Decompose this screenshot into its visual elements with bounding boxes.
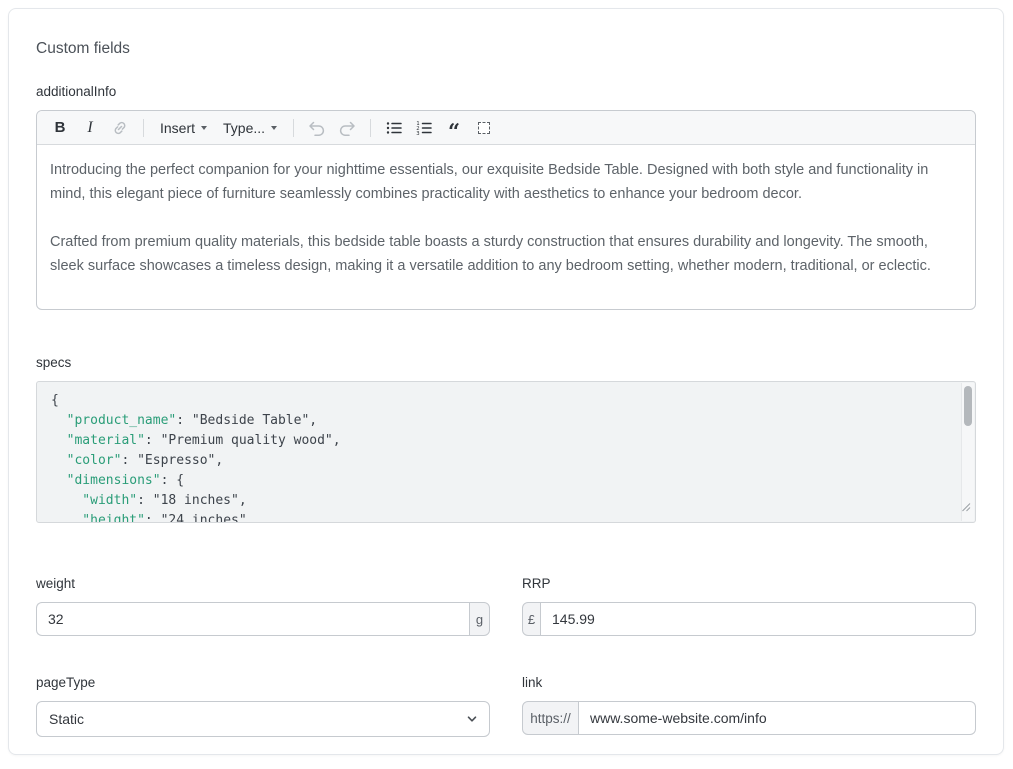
weight-label: weight (36, 575, 490, 592)
svg-text:3: 3 (416, 131, 419, 137)
italic-button[interactable]: I (76, 115, 104, 141)
chevron-down-icon (271, 126, 277, 130)
code-line: "product_name": "Bedside Table", (51, 411, 949, 431)
scrollbar-track[interactable] (961, 383, 974, 521)
additional-info-label: additionalInfo (36, 83, 976, 100)
protocol-addon: https:// (522, 701, 579, 735)
bold-button[interactable]: B (46, 115, 74, 141)
numbered-list-icon[interactable]: 1 2 3 (410, 115, 438, 141)
dashed-box-icon[interactable] (470, 115, 498, 141)
type-dropdown[interactable]: Type... (215, 115, 285, 141)
rrp-input[interactable] (541, 602, 976, 636)
link-field-group: link https:// (522, 674, 976, 737)
code-line: "dimensions": { (51, 471, 949, 491)
scrollbar-thumb[interactable] (964, 386, 972, 426)
specs-label: specs (36, 354, 976, 371)
insert-dropdown-label: Insert (160, 120, 195, 136)
rrp-label: RRP (522, 575, 976, 592)
code-line: { (51, 391, 949, 411)
link-icon[interactable] (106, 115, 134, 141)
editor-paragraph: Crafted from premium quality materials, … (50, 230, 962, 278)
chevron-down-icon (201, 126, 207, 130)
custom-fields-panel: Custom fields additionalInfo B I Insert … (8, 8, 1004, 755)
page-type-field-group: pageType Static (36, 674, 490, 737)
code-line: "material": "Premium quality wood", (51, 431, 949, 451)
field-row: pageType Static link https:// (36, 674, 976, 737)
redo-icon[interactable] (333, 115, 361, 141)
code-line: "color": "Espresso", (51, 451, 949, 471)
page-type-select[interactable]: Static (36, 701, 490, 737)
code-line: "width": "18 inches", (51, 491, 949, 511)
panel-title: Custom fields (36, 39, 976, 59)
editor-content-area[interactable]: Introducing the perfect companion for yo… (37, 145, 975, 287)
weight-unit-addon: g (469, 602, 490, 636)
link-input[interactable] (579, 701, 976, 735)
bullet-list-icon[interactable] (380, 115, 408, 141)
weight-input[interactable] (36, 602, 469, 636)
type-dropdown-label: Type... (223, 120, 265, 136)
toolbar-divider (293, 119, 294, 137)
resize-grip-icon[interactable] (961, 499, 971, 519)
toolbar-divider (370, 119, 371, 137)
insert-dropdown[interactable]: Insert (152, 115, 215, 141)
dashed-box-glyph (478, 122, 490, 134)
field-row: weight g RRP £ (36, 575, 976, 636)
toolbar-divider (143, 119, 144, 137)
link-label: link (522, 674, 976, 691)
code-line: "height": "24 inches", (51, 511, 949, 523)
editor-toolbar: B I Insert Type... (37, 111, 975, 145)
page-type-label: pageType (36, 674, 490, 691)
blockquote-icon[interactable]: “ (440, 115, 468, 141)
weight-field-group: weight g (36, 575, 490, 636)
currency-addon: £ (522, 602, 541, 636)
rrp-field-group: RRP £ (522, 575, 976, 636)
editor-paragraph: Introducing the perfect companion for yo… (50, 158, 962, 206)
rich-text-editor: B I Insert Type... (36, 110, 976, 310)
undo-icon[interactable] (303, 115, 331, 141)
specs-code-editor[interactable]: { "product_name": "Bedside Table", "mate… (36, 381, 976, 523)
